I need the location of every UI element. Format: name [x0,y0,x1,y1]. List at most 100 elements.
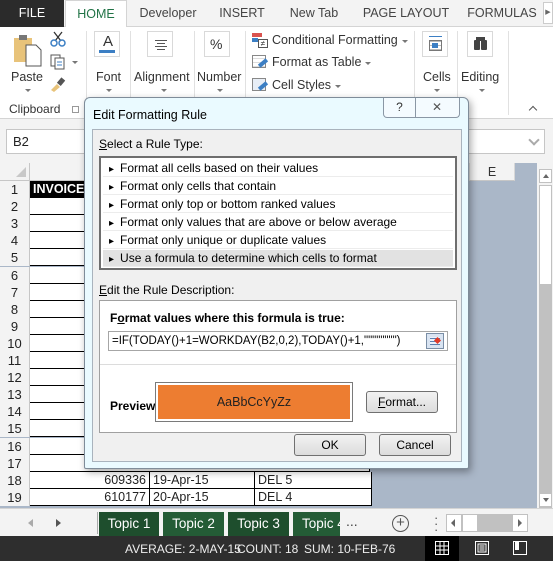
cell-invoice[interactable]: 610177 [30,488,150,506]
tab-split-handle[interactable]: · · · [434,511,438,536]
close-button[interactable]: ✕ [415,98,459,117]
cell-date[interactable]: 19-Apr-15 [150,471,255,489]
tab-home[interactable]: HOME [65,0,127,28]
arrow-bullet-icon: ▸ [109,200,115,211]
ok-button[interactable]: OK [294,434,366,456]
row-header[interactable]: 2 [0,198,30,216]
cell-del[interactable]: DEL 5 [255,471,372,489]
collapse-dialog-range-icon[interactable] [426,333,444,349]
copy-icon[interactable] [50,54,66,70]
format-as-table-button[interactable]: Format as Table [252,52,372,72]
rule-type-option[interactable]: ▸ Format only values that are above or be… [103,214,453,231]
sheet-tab-topic-4[interactable]: Topic 4 [293,512,340,536]
binoculars-icon [467,31,493,57]
collapse-ribbon-icon[interactable] [528,105,538,115]
tab-new-tab[interactable]: New Tab [280,0,348,27]
scroll-right-button[interactable] [513,515,527,531]
copy-dropdown-arrow-icon[interactable] [72,61,78,64]
cell-date[interactable]: 20-Apr-15 [150,488,255,506]
format-preview: AaBbCcYyZz [155,382,353,422]
tab-formulas[interactable]: FORMULAS [464,0,540,27]
cell-invoice[interactable]: 609336 [30,471,150,489]
previous-sheet-icon[interactable] [28,519,33,527]
help-button[interactable]: ? [384,98,416,117]
status-count: COUNT: 18 [237,542,299,556]
page-layout-view-button[interactable] [465,536,499,561]
add-sheet-icon[interactable]: + [392,515,409,532]
alignment-label: Alignment [134,70,190,84]
row-header[interactable]: 4 [0,232,30,250]
sheet-tab-topic-2[interactable]: Topic 2 [163,512,224,536]
row-header[interactable]: 15 [0,420,30,438]
cancel-button[interactable]: Cancel [379,434,451,456]
paste-button[interactable]: Paste [8,31,46,95]
tab-file[interactable]: FILE [0,0,64,27]
conditional-formatting-dropdown-icon [401,39,408,43]
row-header[interactable]: 7 [0,283,30,301]
cell-styles-dropdown-icon [335,84,342,88]
arrow-bullet-icon: ▸ [109,218,115,229]
more-sheets-button[interactable]: ... [346,513,358,529]
font-label: Font [96,70,122,84]
scroll-up-button[interactable] [539,169,552,183]
row-header[interactable]: 1 [0,181,30,198]
rule-type-label: Format only unique or duplicate values [120,233,327,247]
tab-insert[interactable]: INSERT [210,0,274,27]
sheet-tab-bar: Topic 1 Topic 2 Topic 3 Topic 4 ... + ··… [0,508,553,536]
page-break-view-button[interactable] [503,536,537,561]
row-header[interactable]: 14 [0,403,30,421]
rule-type-option[interactable]: ▸ Format only unique or duplicate values [103,232,453,249]
row-header[interactable]: 18 [0,471,30,489]
rule-type-option[interactable]: ▸ Format all cells based on their values [103,160,453,177]
row-header[interactable]: 11 [0,352,30,369]
normal-view-button[interactable] [425,536,459,561]
cells-group-button[interactable]: Cells [420,31,452,95]
row-header[interactable]: 5 [0,249,30,267]
row-header[interactable]: 8 [0,300,30,318]
next-sheet-icon[interactable] [56,519,61,527]
tab-developer[interactable]: Developer [130,0,206,27]
row-header[interactable]: 3 [0,215,30,233]
cell-styles-button[interactable]: Cell Styles [252,75,342,95]
tab-page-layout[interactable]: PAGE LAYOUT [356,0,456,27]
horizontal-scroll-thumb[interactable] [463,515,477,531]
editing-group-button[interactable]: Editing [461,31,503,95]
column-header-e[interactable]: E [470,163,515,181]
tab-scroll-right-button[interactable]: ▶ [543,2,553,24]
alignment-group-button[interactable]: Alignment [134,31,194,95]
rule-type-option[interactable]: ▸ Use a formula to determine which cells … [103,250,453,267]
row-header[interactable]: 9 [0,317,30,335]
sheet-tab-topic-3[interactable]: Topic 3 [228,512,289,536]
row-header[interactable]: 6 [0,266,30,284]
scroll-down-button[interactable] [539,493,552,507]
row-header[interactable]: 19 [0,488,30,506]
group-separator [508,31,509,115]
cell-del[interactable]: DEL 4 [255,488,372,506]
cut-icon[interactable] [50,31,66,47]
row-header[interactable]: 13 [0,386,30,404]
rule-type-option[interactable]: ▸ Format only top or bottom ranked values [103,196,453,213]
row-header[interactable]: 10 [0,334,30,352]
rule-type-list[interactable]: ▸ Format all cells based on their values ▸… [99,156,457,270]
expand-formula-bar-icon[interactable] [528,134,540,146]
select-all-corner[interactable] [0,163,30,181]
formula-input[interactable]: =IF(TODAY()+1=WORKDAY(B2,0,2),TODAY()+1,… [108,331,448,351]
format-painter-icon[interactable] [50,76,66,92]
row-header[interactable]: 12 [0,369,30,387]
conditional-formatting-button[interactable]: ≠ Conditional Formatting [252,30,408,50]
vertical-scrollbar[interactable] [537,163,553,513]
divider [100,364,456,365]
format-button[interactable]: Format... [366,391,438,413]
number-group-button[interactable]: % Number [197,31,243,95]
row-header[interactable]: 16 [0,437,30,455]
scroll-left-button[interactable] [447,515,461,531]
font-group-button[interactable]: A Font [94,31,124,95]
row-header[interactable]: 17 [0,454,30,472]
vertical-scroll-thumb[interactable] [539,185,552,285]
arrow-bullet-icon: ▸ [109,254,115,265]
rule-type-option[interactable]: ▸ Format only cells that contain [103,178,453,195]
conditional-formatting-icon: ≠ [252,32,268,48]
horizontal-scrollbar[interactable] [446,514,528,532]
clipboard-dialog-launcher-icon[interactable] [72,106,79,113]
sheet-tab-topic-1[interactable]: Topic 1 [99,512,159,536]
